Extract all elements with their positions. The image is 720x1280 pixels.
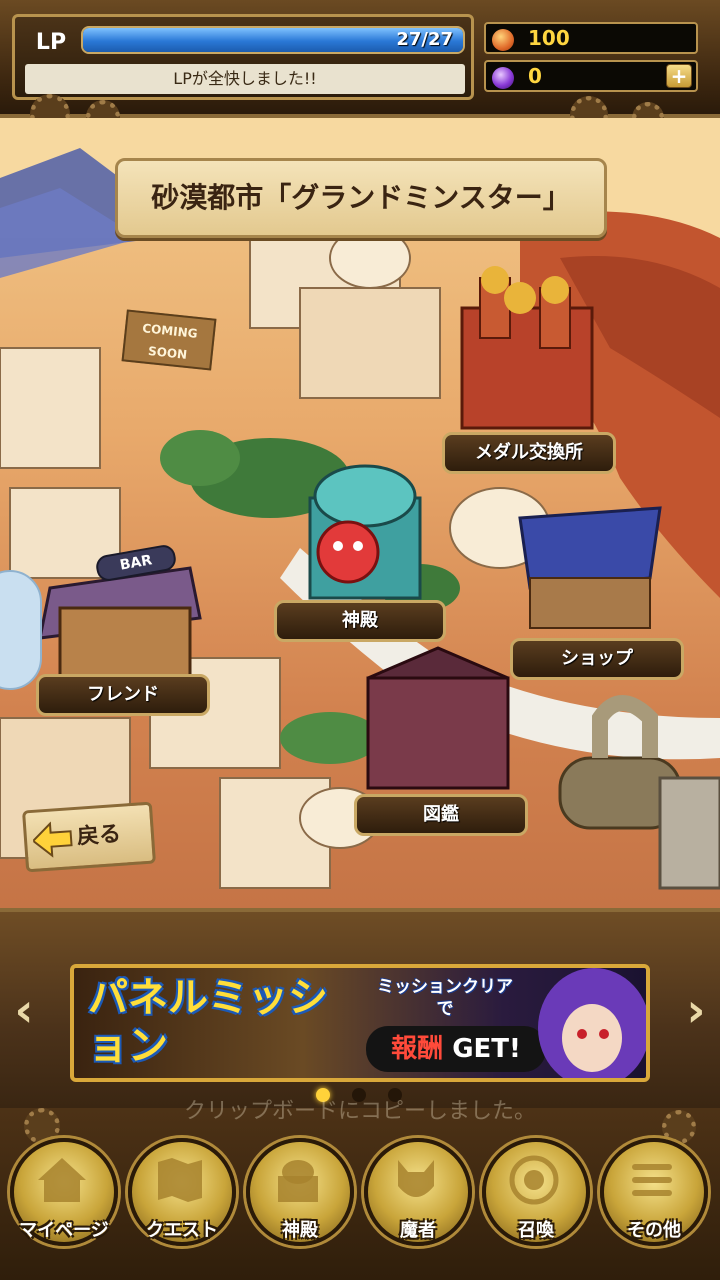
lp-label: LP [35, 30, 67, 55]
banner-subtitle: ミッションクリアで [377, 977, 513, 1019]
gold-value: 100 [528, 26, 570, 50]
lp-count: 27/27 [396, 29, 453, 50]
lp-bar: 27/27 [81, 26, 465, 54]
nav-monster[interactable]: 魔者 [362, 1138, 474, 1270]
purple-gem-icon [492, 67, 514, 89]
nav-mypage-label: マイページ [19, 1220, 109, 1241]
back-button[interactable]: 戻る [21, 801, 157, 873]
back-arrow-icon [31, 821, 73, 858]
nav-summon[interactable]: 召喚 [480, 1138, 592, 1270]
coming-soon-sign: COMING SOON [121, 309, 217, 371]
banner-reward-highlight: 報酬 [391, 1034, 444, 1064]
nav-monster-label: 魔者 [400, 1220, 436, 1241]
nav-temple[interactable]: 神殿 [244, 1138, 356, 1270]
nav-quest[interactable]: クエスト [126, 1138, 238, 1270]
nav-temple-label: 神殿 [282, 1220, 318, 1241]
side-drawer-tab[interactable] [0, 570, 42, 690]
banner-reward-text: GET! [452, 1034, 521, 1064]
banner-title: パネルミッション [88, 975, 328, 1069]
quest-map-icon [158, 1158, 202, 1202]
shop-button[interactable]: ショップ [510, 638, 684, 680]
summon-icon [509, 1155, 559, 1205]
nav-other-label: その他 [627, 1220, 681, 1241]
character-portrait [538, 968, 646, 1078]
bottom-nav: マイページ クエスト 神殿 魔者 召喚 その他 [0, 1108, 720, 1280]
friend-button[interactable]: フレンド [36, 674, 210, 716]
banner-carousel: パネルミッション ミッションクリアで 報酬 GET! [0, 908, 720, 1108]
lp-status-message: LPが全快しました!! [25, 64, 465, 94]
gold-currency: 100 [484, 22, 698, 54]
area-title: 砂漠都市「グランドミンスター」 [115, 158, 607, 238]
nav-summon-label: 召喚 [518, 1220, 554, 1241]
banner-reward: 報酬 GET! [366, 1026, 546, 1072]
medal-exchange-button[interactable]: メダル交換所 [442, 432, 616, 474]
library-button[interactable]: 図鑑 [354, 794, 528, 836]
nav-other[interactable]: その他 [598, 1138, 710, 1270]
status-header: LP 27/27 LPが全快しました!! 100 0 + [0, 0, 720, 134]
gem-currency: 0 + [484, 60, 698, 92]
banner-prev-button[interactable]: ‹ [6, 980, 42, 1040]
toast-message: クリップボードにコピーしました。 [183, 1099, 536, 1124]
banner-next-button[interactable]: › [678, 980, 714, 1040]
gem-value: 0 [528, 64, 542, 88]
panel-mission-banner[interactable]: パネルミッション ミッションクリアで 報酬 GET! [70, 964, 650, 1082]
add-gem-button[interactable]: + [666, 64, 692, 88]
house-icon [38, 1158, 86, 1202]
monster-icon [398, 1160, 434, 1197]
temple-button[interactable]: 神殿 [274, 600, 446, 642]
gold-bag-icon [492, 29, 514, 51]
town-map: 砂漠都市「グランドミンスター」 COMING SOON メダル交換所 神殿 ショ… [0, 118, 720, 908]
nav-quest-label: クエスト [146, 1220, 218, 1241]
menu-icon [632, 1164, 672, 1196]
nav-mypage[interactable]: マイページ [8, 1138, 120, 1270]
temple-icon [278, 1160, 318, 1202]
back-label: 戻る [76, 821, 122, 850]
lp-panel: LP 27/27 LPが全快しました!! [12, 14, 474, 100]
